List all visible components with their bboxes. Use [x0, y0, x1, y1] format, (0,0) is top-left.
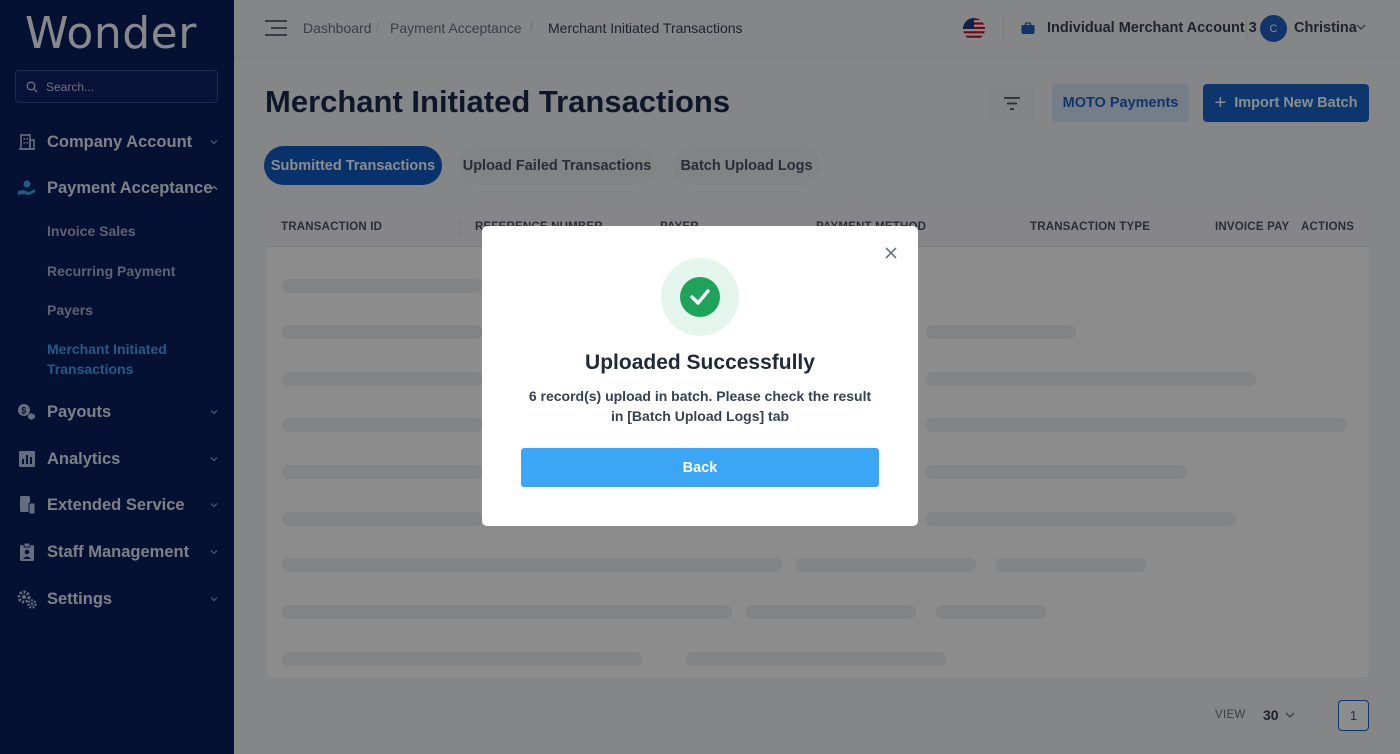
back-button[interactable]: Back — [521, 448, 879, 487]
dialog-title: Uploaded Successfully — [585, 351, 815, 374]
success-badge — [661, 258, 739, 336]
checkmark-icon — [680, 277, 720, 317]
dialog-message: 6 record(s) upload in batch. Please chec… — [528, 388, 872, 424]
upload-success-dialog: Uploaded Successfully 6 record(s) upload… — [482, 226, 918, 526]
close-icon[interactable] — [884, 246, 898, 260]
